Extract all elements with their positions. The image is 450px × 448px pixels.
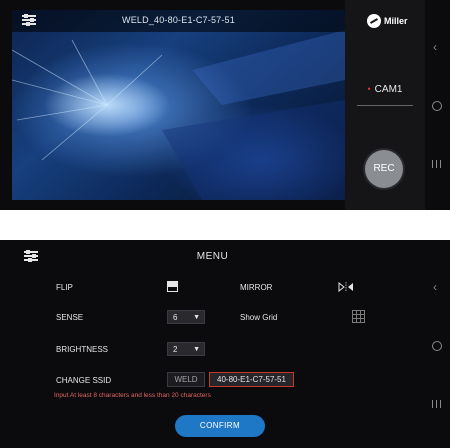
record-button[interactable]: REC [365, 150, 403, 188]
sense-label: SENSE [56, 313, 84, 322]
weld-arc-glow [12, 30, 345, 200]
change-ssid-label: CHANGE SSID [56, 376, 112, 385]
ssid-validation-hint: Input At least 8 characters and less tha… [54, 392, 211, 399]
show-grid-label: Show Grid [240, 313, 278, 322]
android-nav-bar: ‹ [425, 0, 450, 210]
recent-apps-icon[interactable] [432, 160, 442, 168]
brand-name: Miller [384, 16, 408, 26]
camera-screen: WELD_40-80-E1-C7-57-51 Miller • CAM1 REC … [0, 0, 450, 210]
brand-logo: Miller [367, 14, 408, 28]
flip-label: FLIP [56, 283, 73, 292]
back-icon[interactable]: ‹ [433, 40, 437, 54]
menu-title: MENU [196, 251, 229, 262]
live-dot-icon: • [367, 84, 371, 94]
android-nav-bar: ‹ [425, 240, 450, 448]
home-icon[interactable] [432, 101, 442, 111]
mirror-icon[interactable] [338, 282, 354, 292]
mirror-label: MIRROR [240, 283, 273, 292]
caret-down-icon: ▼ [193, 314, 200, 321]
camera-control-panel: Miller • CAM1 REC [345, 0, 425, 210]
sense-select[interactable]: 6 ▼ [167, 310, 205, 324]
confirm-button[interactable]: CONFIRM [175, 415, 265, 437]
camera-selector-underline [357, 105, 413, 106]
home-icon[interactable] [432, 341, 442, 351]
ssid-prefix: WELD [167, 372, 205, 387]
flip-icon[interactable] [167, 281, 178, 292]
ssid-input[interactable]: 40-80-E1-C7-57-51 [209, 372, 294, 387]
miller-logo-icon [367, 14, 381, 28]
back-icon[interactable]: ‹ [433, 280, 437, 294]
brightness-label: BRIGHTNESS [56, 345, 109, 354]
sense-value: 6 [173, 313, 178, 322]
stream-title: WELD_40-80-E1-C7-57-51 [122, 15, 235, 25]
recent-apps-icon[interactable] [432, 400, 442, 408]
menu-screen: MENU FLIP MIRROR SENSE 6 ▼ Show Grid BRI… [0, 240, 450, 448]
grid-icon[interactable] [352, 310, 365, 323]
brightness-select[interactable]: 2 ▼ [167, 342, 205, 356]
feed-header: WELD_40-80-E1-C7-57-51 [12, 10, 345, 32]
brightness-value: 2 [173, 345, 178, 354]
camera-selector[interactable]: • CAM1 [345, 84, 425, 95]
camera-name: CAM1 [374, 84, 403, 95]
camera-feed: WELD_40-80-E1-C7-57-51 [12, 10, 345, 200]
caret-down-icon: ▼ [193, 346, 200, 353]
